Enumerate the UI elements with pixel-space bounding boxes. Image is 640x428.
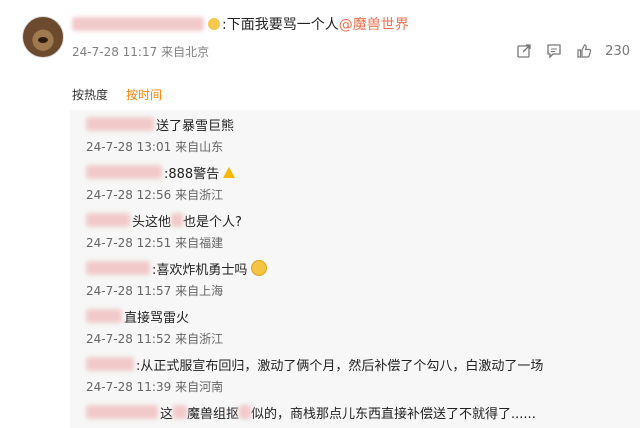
redacted-username [86,405,158,419]
comment-text-line: :喜欢炸机勇士吗 [86,258,632,278]
redacted-username [86,117,154,131]
comment-text-part: 似的，商栈那点儿东西直接补偿送了不就得了...... [251,406,536,422]
post-text-body: :下面我要骂一个人 [222,17,339,33]
comment-list: 送了暴雪巨熊 24-7-28 13:01 来自山东 :888警告 24-7-28… [70,110,640,428]
mention-link[interactable]: @魔兽世界 [339,17,409,33]
redacted-text [173,405,188,419]
list-item: 直接骂雷火 24-7-28 11:52 来自浙江 [86,306,632,347]
list-item: 送了暴雪巨熊 24-7-28 13:01 来自山东 [86,114,632,155]
comment-meta: 24-7-28 11:39 来自河南 [86,378,632,395]
redacted-username [86,357,134,371]
like-icon[interactable] [575,42,593,60]
post-timestamp: 24-7-28 11:17 [72,45,158,59]
comment-text-part: 也是个人? [183,214,242,230]
comment-location: 来自福建 [175,236,224,250]
comment-text: :喜欢炸机勇士吗 [152,262,248,278]
comment-location: 来自山东 [175,140,224,154]
comment-meta: 24-7-28 12:56 来自浙江 [86,186,632,203]
list-item: :从正式服宣布回归，激动了俩个月，然后补偿了个勾八，白激动了一场 24-7-28… [86,354,632,395]
comment-timestamp: 24-7-28 11:57 [86,284,172,298]
post-location: 来自北京 [161,45,210,59]
tab-sort-time[interactable]: 按时间 [126,86,162,103]
comment-location: 来自浙江 [175,188,224,202]
comment-timestamp: 24-7-28 13:01 [86,140,172,154]
comment-text-line: 头这他 也是个人? [86,210,632,230]
comment-meta: 24-7-28 12:51 来自福建 [86,234,632,251]
user-avatar[interactable] [22,16,64,58]
post-actions: 230 [515,42,630,60]
badge-icon [208,18,220,30]
redacted-username [72,17,204,31]
post-meta: 24-7-28 11:17 来自北京 [72,43,209,60]
sort-tabs: 按热度 按时间 [72,86,162,103]
smile-emoji-icon [251,260,268,276]
comment-timestamp: 24-7-28 11:52 [86,332,172,346]
comment-text-part: 这他 [145,214,172,230]
redacted-text [239,405,252,419]
warning-icon [223,166,236,178]
comment-text: :从正式服宣布回归，激动了俩个月，然后补偿了个勾八，白激动了一场 [136,358,544,374]
post-header: :下面我要骂一个人@魔兽世界 [72,12,409,36]
redacted-text [171,213,184,227]
comment-text-line: 这魔兽组抠 似的，商栈那点儿东西直接补偿送了不就得了...... [86,402,632,422]
share-icon[interactable] [515,42,533,60]
list-item: 这魔兽组抠 似的，商栈那点儿东西直接补偿送了不就得了...... [86,402,632,422]
comment-text-part: 魔兽组抠 [187,406,240,422]
list-item: :888警告 24-7-28 12:56 来自浙江 [86,162,632,203]
comment-text-part: 头 [132,214,146,230]
comment-icon[interactable] [545,42,563,60]
comment-meta: 24-7-28 13:01 来自山东 [86,138,632,155]
list-item: 头这他 也是个人? 24-7-28 12:51 来自福建 [86,210,632,251]
comment-location: 来自浙江 [175,332,224,346]
tab-sort-hot[interactable]: 按热度 [72,86,108,103]
comment-location: 来自河南 [175,380,224,394]
redacted-username [86,309,122,323]
comment-timestamp: 24-7-28 12:51 [86,236,172,250]
comment-location: 来自上海 [175,284,224,298]
comment-text: :888警告 [164,166,220,182]
redacted-username [86,261,150,275]
comment-text: 直接骂雷火 [124,310,190,326]
comment-meta: 24-7-28 11:57 来自上海 [86,282,632,299]
redacted-username [86,165,162,179]
like-count: 230 [605,43,630,59]
comment-timestamp: 24-7-28 12:56 [86,188,172,202]
post-text: :下面我要骂一个人@魔兽世界 [222,14,409,34]
comment-text-line: :888警告 [86,162,632,182]
comment-meta: 24-7-28 11:52 来自浙江 [86,330,632,347]
redacted-username [86,213,130,227]
comment-text-part: 这 [160,406,174,422]
comment-text-line: 直接骂雷火 [86,306,632,326]
list-item: :喜欢炸机勇士吗 24-7-28 11:57 来自上海 [86,258,632,299]
comment-timestamp: 24-7-28 11:39 [86,380,172,394]
comment-text-line: 送了暴雪巨熊 [86,114,632,134]
comment-text: 送了暴雪巨熊 [156,118,235,134]
comment-text-line: :从正式服宣布回归，激动了俩个月，然后补偿了个勾八，白激动了一场 [86,354,632,374]
